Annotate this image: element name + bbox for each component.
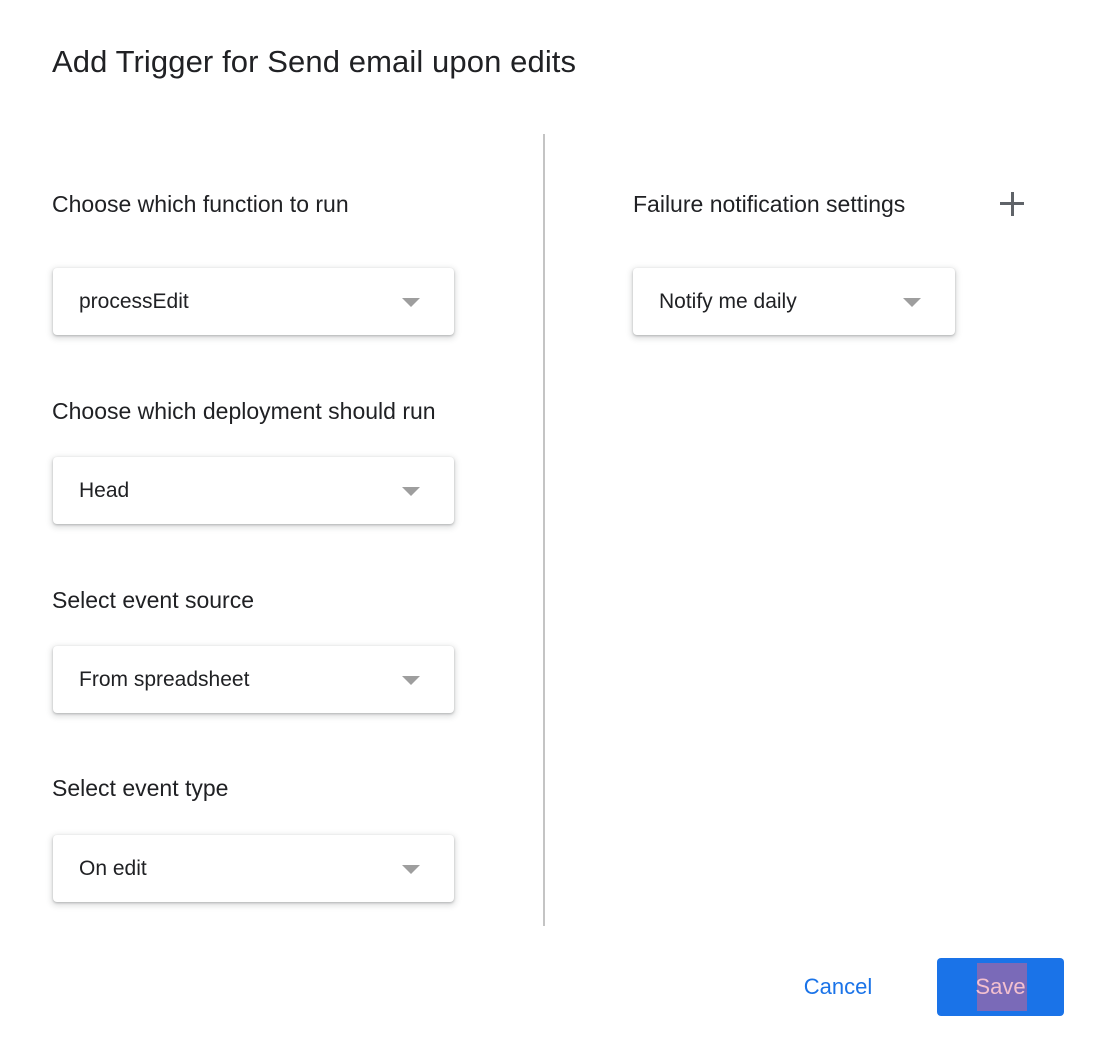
chevron-down-icon <box>402 297 420 307</box>
column-divider <box>543 134 545 926</box>
function-select[interactable]: processEdit <box>53 268 454 335</box>
event-source-label: Select event source <box>52 587 255 613</box>
deployment-select-value: Head <box>79 478 130 502</box>
chevron-down-icon <box>903 297 921 307</box>
event-source-select[interactable]: From spreadsheet <box>53 646 454 713</box>
chevron-down-icon <box>402 675 420 685</box>
event-type-label: Select event type <box>52 775 229 801</box>
deployment-select[interactable]: Head <box>53 457 454 524</box>
failure-notification-select-value: Notify me daily <box>659 289 797 313</box>
chevron-down-icon <box>402 864 420 874</box>
plus-icon[interactable] <box>998 190 1026 218</box>
save-button[interactable]: Save <box>937 958 1064 1016</box>
function-select-value: processEdit <box>79 289 189 313</box>
deployment-label: Choose which deployment should run <box>52 398 436 424</box>
failure-notification-select[interactable]: Notify me daily <box>633 268 955 335</box>
failure-notification-label: Failure notification settings <box>633 191 906 217</box>
cancel-button[interactable]: Cancel <box>782 959 894 1015</box>
event-source-select-value: From spreadsheet <box>79 667 250 691</box>
event-type-select[interactable]: On edit <box>53 835 454 902</box>
chevron-down-icon <box>402 486 420 496</box>
dialog-title: Add Trigger for Send email upon edits <box>52 44 577 79</box>
save-button-label: Save <box>975 974 1026 999</box>
function-label: Choose which function to run <box>52 191 349 217</box>
event-type-select-value: On edit <box>79 856 147 880</box>
add-trigger-dialog: Add Trigger for Send email upon edits Ch… <box>0 0 1102 1046</box>
